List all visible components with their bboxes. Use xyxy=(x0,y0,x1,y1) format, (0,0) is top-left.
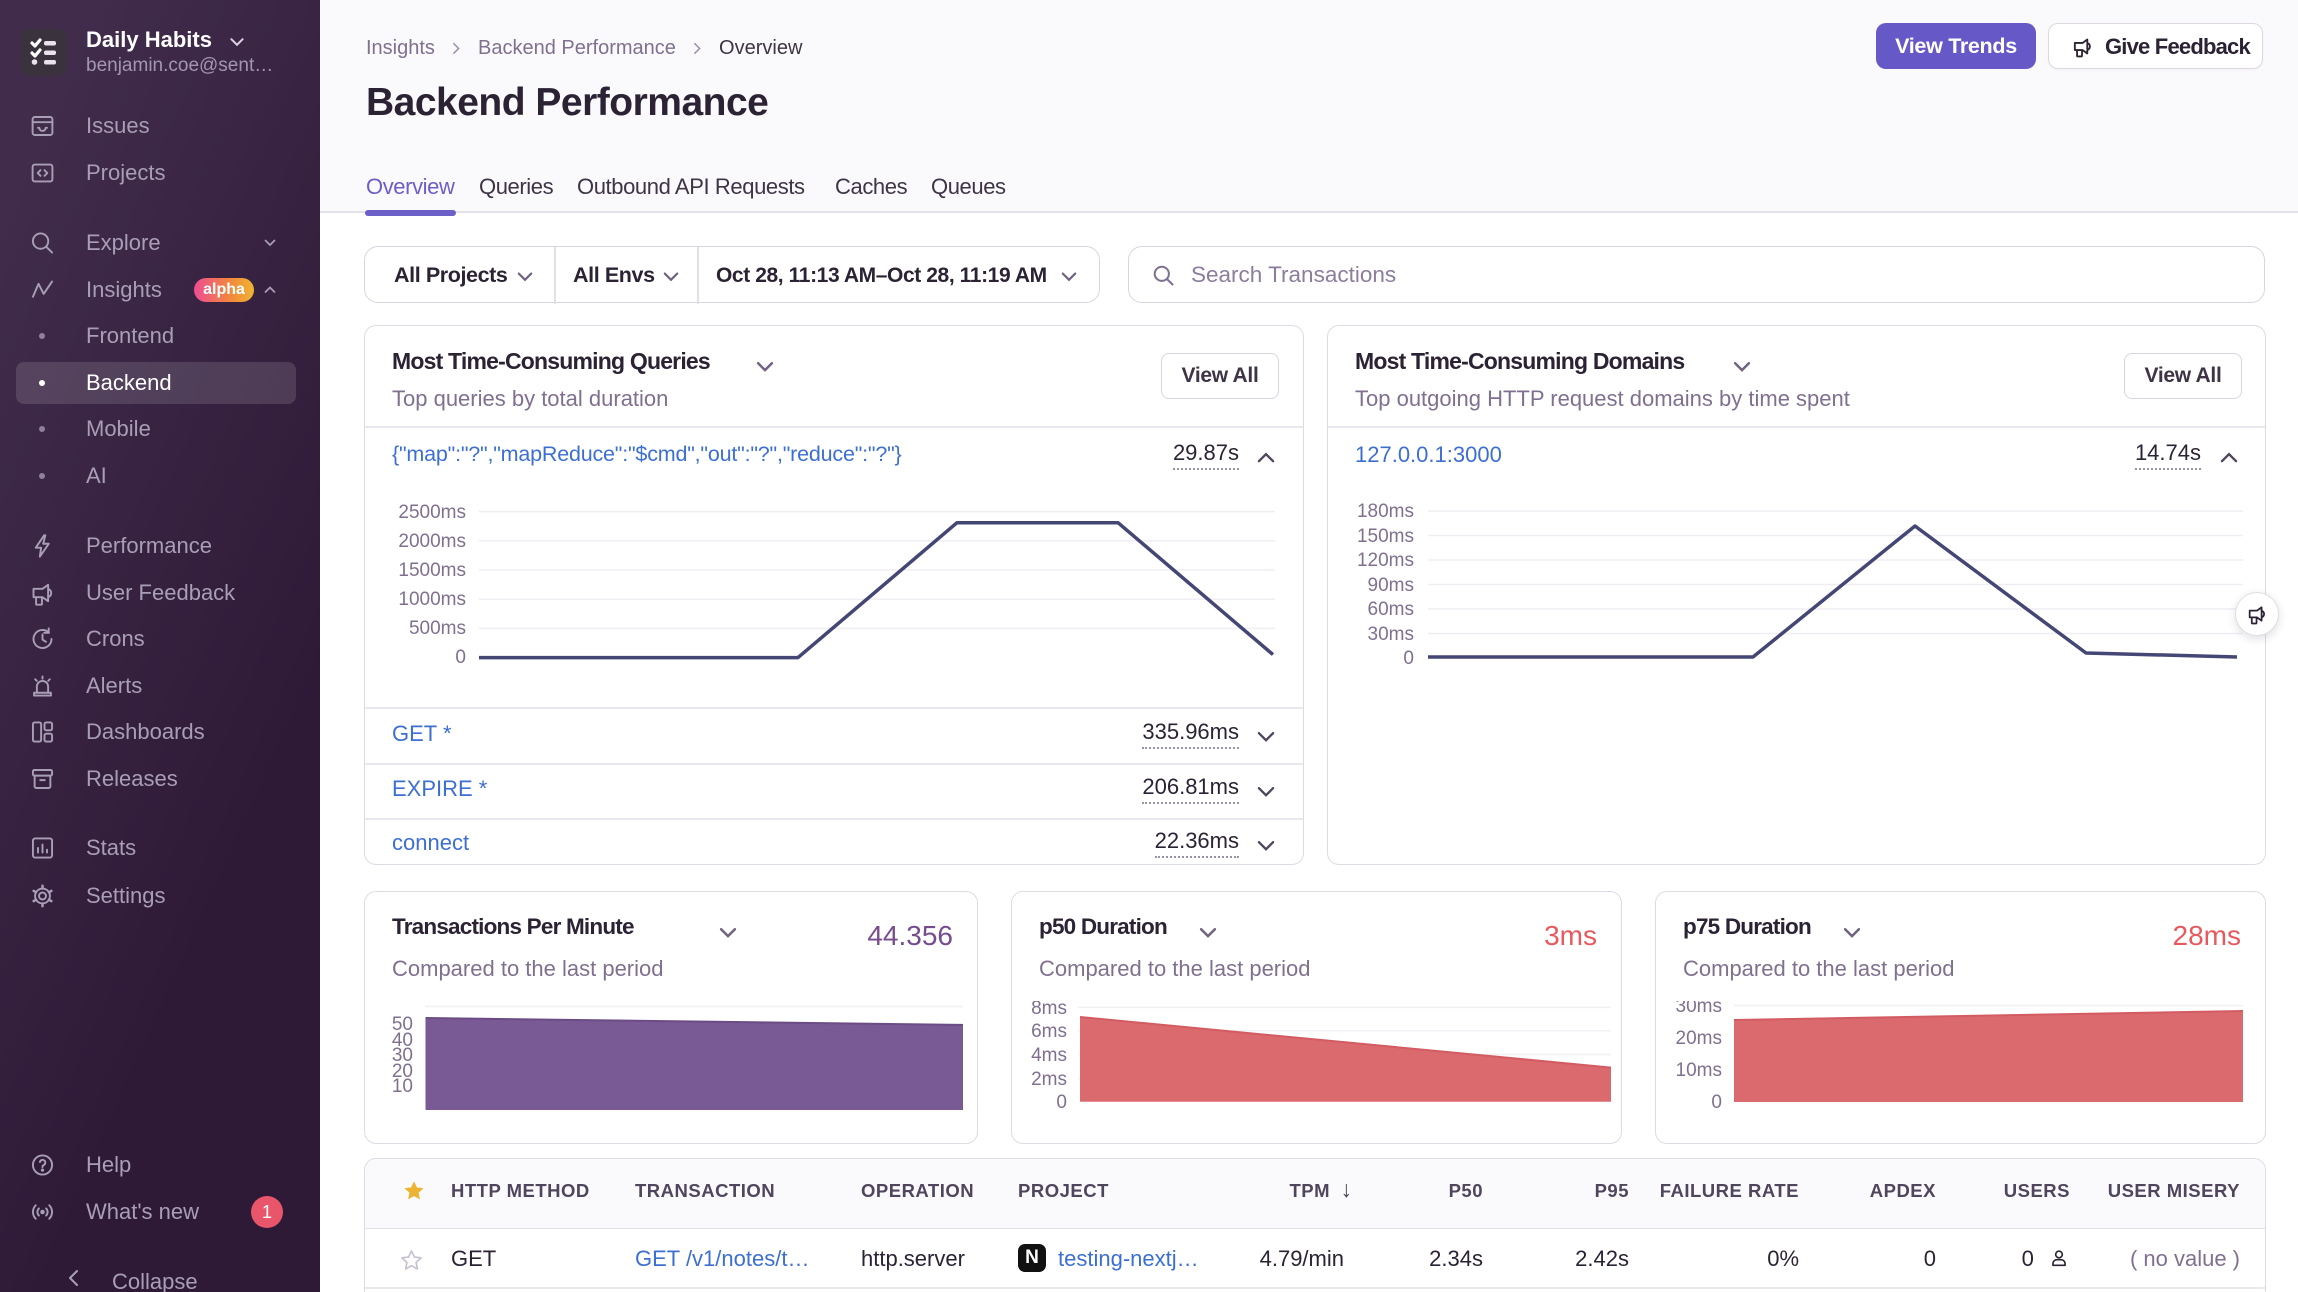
svg-text:2ms: 2ms xyxy=(1031,1069,1067,1090)
svg-text:6ms: 6ms xyxy=(1031,1021,1067,1042)
svg-text:1000ms: 1000ms xyxy=(398,589,466,610)
svg-text:20ms: 20ms xyxy=(1676,1028,1722,1049)
svg-text:0: 0 xyxy=(1056,1092,1067,1113)
svg-text:500ms: 500ms xyxy=(409,618,466,639)
svg-text:30ms: 30ms xyxy=(1676,1001,1722,1017)
svg-text:0: 0 xyxy=(455,647,466,668)
svg-text:120ms: 120ms xyxy=(1357,550,1414,571)
svg-text:2000ms: 2000ms xyxy=(398,531,466,552)
svg-text:60ms: 60ms xyxy=(1368,599,1414,620)
svg-text:30ms: 30ms xyxy=(1368,624,1414,645)
svg-text:1500ms: 1500ms xyxy=(398,560,466,581)
svg-text:10: 10 xyxy=(392,1076,413,1097)
svg-text:150ms: 150ms xyxy=(1357,526,1414,547)
svg-text:0: 0 xyxy=(1711,1092,1722,1113)
svg-text:10ms: 10ms xyxy=(1676,1060,1722,1081)
svg-text:4ms: 4ms xyxy=(1031,1045,1067,1066)
svg-text:90ms: 90ms xyxy=(1368,575,1414,596)
svg-text:8ms: 8ms xyxy=(1031,1001,1067,1019)
svg-text:0: 0 xyxy=(1403,648,1414,669)
svg-text:180ms: 180ms xyxy=(1357,501,1414,522)
svg-text:2500ms: 2500ms xyxy=(398,502,466,523)
